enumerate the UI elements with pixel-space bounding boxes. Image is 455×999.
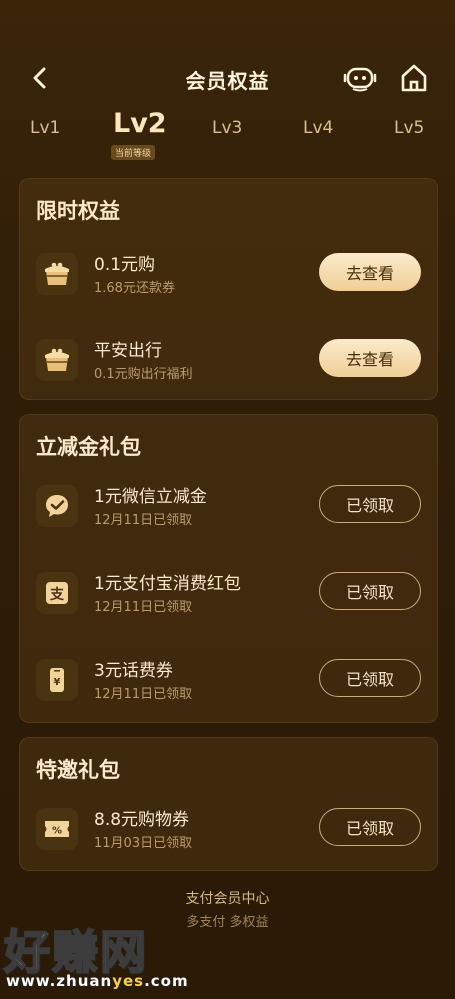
watermark-url-prefix: www.zhuan [6,972,113,990]
tab-lv3[interactable]: Lv3 [212,118,242,138]
gift-box-icon [36,339,78,381]
page-title: 会员权益 [185,69,270,93]
list-item: 支 1元支付宝消费红包 12月11日已领取 已领取 [20,568,437,628]
tab-lv4[interactable]: Lv4 [303,118,333,138]
tab-lv1[interactable]: Lv1 [30,118,60,138]
view-button[interactable]: 去查看 [319,339,421,377]
card-title: 特邀礼包 [36,758,120,782]
card-title: 立减金礼包 [36,435,141,459]
claimed-button[interactable]: 已领取 [319,808,421,846]
svg-text:%: % [52,826,62,837]
level-tabs: Lv1 Lv2 当前等级 Lv3 Lv4 Lv5 [0,108,455,168]
phone-bill-icon: ¥ [36,659,78,701]
gift-box-icon [36,253,78,295]
claimed-button[interactable]: 已领取 [319,572,421,610]
item-subtitle: 12月11日已领取 [94,687,193,702]
list-item: 1元微信立减金 12月11日已领取 已领取 [20,481,437,541]
item-name: 3元话费券 [94,661,173,681]
item-name: 8.8元购物券 [94,810,190,830]
tab-lv2[interactable]: Lv2 [113,108,167,139]
discount-package-card: 立减金礼包 1元微信立减金 12月11日已领取 已领取 支 1元支付宝消费红包 … [19,414,438,723]
item-name: 0.1元购 [94,255,156,275]
item-subtitle: 1.68元还款券 [94,281,175,296]
current-level-badge: 当前等级 [111,145,156,160]
watermark-url: www.zhuanyes.com [6,972,189,990]
top-bar: 会员权益 [0,55,455,101]
item-subtitle: 11月03日已领取 [94,836,193,851]
watermark: 好赚网 www.zhuanyes.com [2,916,192,994]
item-name: 1元微信立减金 [94,487,207,507]
item-name: 平安出行 [94,341,162,361]
tab-lv5[interactable]: Lv5 [394,118,424,138]
item-subtitle: 12月11日已领取 [94,513,193,528]
item-subtitle: 0.1元购出行福利 [94,367,193,382]
list-item: % 8.8元购物券 11月03日已领取 已领取 [20,804,437,864]
card-title: 限时权益 [36,199,120,223]
claimed-button[interactable]: 已领取 [319,485,421,523]
svg-text:支: 支 [49,586,65,603]
coupon-icon: % [36,808,78,850]
alipay-icon: 支 [36,572,78,614]
home-icon [401,64,427,92]
footer-title: 支付会员中心 [185,891,270,907]
limited-benefits-card: 限时权益 0.1元购 1.68元还款券 去查看 平安出行 0.1元购出行福利 去… [19,178,438,400]
watermark-url-suffix: .com [144,972,189,990]
claimed-button[interactable]: 已领取 [319,659,421,697]
watermark-url-highlight: yes [112,972,145,990]
svg-text:¥: ¥ [54,677,61,688]
item-name: 1元支付宝消费红包 [94,574,241,594]
view-button[interactable]: 去查看 [319,253,421,291]
customer-service-button[interactable] [343,63,377,93]
item-subtitle: 12月11日已领取 [94,600,193,615]
list-item: 平安出行 0.1元购出行福利 去查看 [20,335,437,395]
home-button[interactable] [398,62,430,94]
robot-icon [343,67,377,92]
list-item: ¥ 3元话费券 12月11日已领取 已领取 [20,655,437,715]
special-package-card: 特邀礼包 % 8.8元购物券 11月03日已领取 已领取 [19,737,438,871]
list-item: 0.1元购 1.68元还款券 去查看 [20,249,437,309]
wechat-icon [36,485,78,527]
